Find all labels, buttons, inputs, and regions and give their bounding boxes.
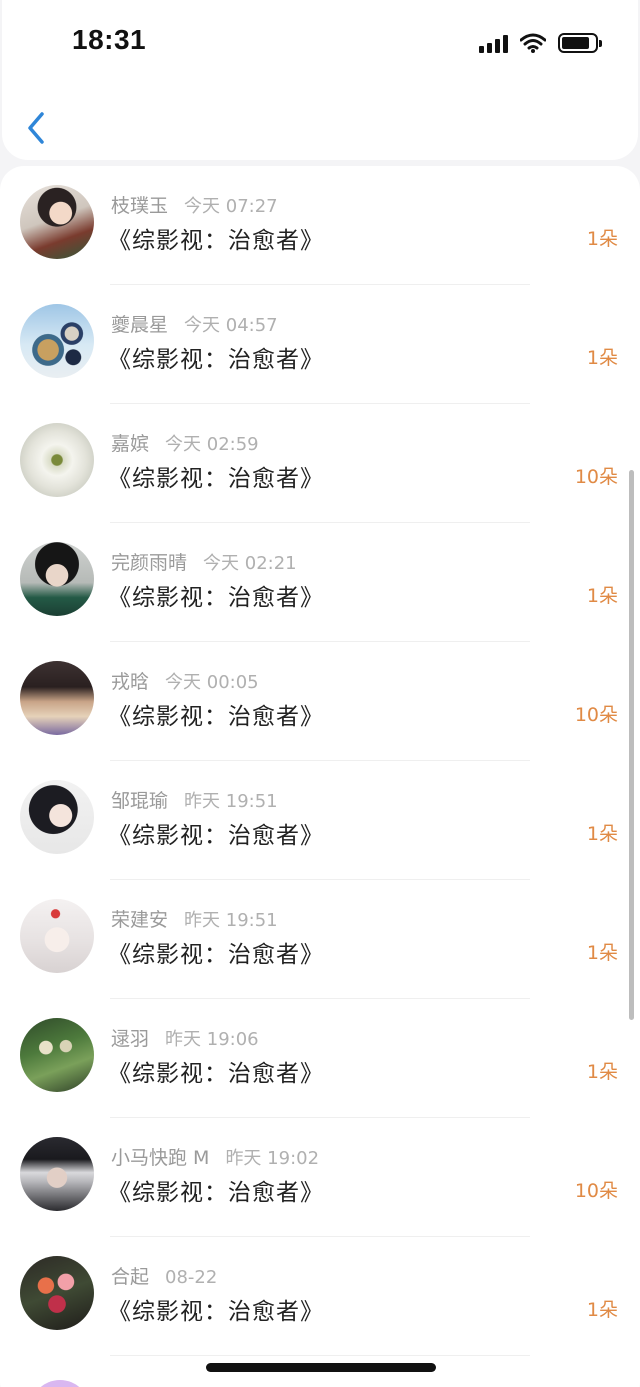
list-item[interactable]: 荣建安 昨天 19:51 《综影视：治愈者》 1朵 bbox=[0, 880, 640, 999]
battery-fill bbox=[562, 37, 590, 49]
flower-count: 1朵 bbox=[586, 1061, 618, 1083]
list-item[interactable]: 夔晨星 今天 04:57 《综影视：治愈者》 1朵 bbox=[0, 285, 640, 404]
book-title[interactable]: 《综影视：治愈者》 bbox=[108, 1292, 324, 1326]
book-title[interactable]: 《综影视：治愈者》 bbox=[108, 340, 324, 374]
user-name[interactable]: 戎晗 bbox=[111, 671, 149, 693]
user-name[interactable]: 枝璞玉 bbox=[111, 195, 168, 217]
user-name[interactable]: 逯羽 bbox=[111, 1028, 149, 1050]
flower-count: 1朵 bbox=[586, 823, 618, 845]
home-indicator[interactable] bbox=[206, 1363, 436, 1372]
flower-count: 10朵 bbox=[574, 1180, 618, 1202]
list-item[interactable]: 戎晗 今天 00:05 《综影视：治愈者》 10朵 bbox=[0, 642, 640, 761]
timestamp: 昨天 19:51 bbox=[184, 791, 278, 812]
scrollbar[interactable] bbox=[629, 470, 634, 1020]
gift-list: 枝璞玉 今天 07:27 《综影视：治愈者》 1朵 夔晨星 今天 04:57 《综影… bbox=[0, 166, 640, 1387]
timestamp: 昨天 19:02 bbox=[225, 1148, 320, 1169]
hat-icon[interactable] bbox=[20, 661, 94, 735]
timestamp: 今天 00:05 bbox=[165, 672, 259, 693]
flower-count: 1朵 bbox=[586, 228, 618, 250]
list-item[interactable]: 小马快跑 M 昨天 19:02 《综影视：治愈者》 10朵 bbox=[0, 1118, 640, 1237]
list-item[interactable]: 合起 08-22 《综影视：治愈者》 1朵 bbox=[0, 1237, 640, 1356]
user-name[interactable]: 合起 bbox=[111, 1266, 149, 1288]
book-title[interactable]: 《综影视：治愈者》 bbox=[108, 221, 324, 255]
book-title[interactable]: 《综影视：治愈者》 bbox=[108, 697, 324, 731]
plants-icon[interactable] bbox=[20, 1018, 94, 1092]
flower-count: 10朵 bbox=[574, 704, 618, 726]
timestamp: 昨天 19:06 bbox=[165, 1029, 259, 1050]
portrait-scarf-icon[interactable] bbox=[20, 542, 94, 616]
list-item[interactable]: 逯羽 昨天 19:06 《综影视：治愈者》 1朵 bbox=[0, 999, 640, 1118]
wifi-icon bbox=[520, 33, 546, 53]
flower-count: 1朵 bbox=[586, 347, 618, 369]
list-item[interactable]: 完颜雨晴 今天 02:21 《综影视：治愈者》 1朵 bbox=[0, 523, 640, 642]
book-title[interactable]: 《综影视：治愈者》 bbox=[108, 578, 324, 612]
user-name[interactable]: 小马快跑 M bbox=[111, 1147, 209, 1169]
anime-girl-icon[interactable] bbox=[20, 780, 94, 854]
white-flower-icon[interactable] bbox=[20, 423, 94, 497]
status-icons bbox=[479, 30, 602, 56]
timestamp: 今天 02:59 bbox=[165, 434, 259, 455]
chevron-left-icon[interactable] bbox=[22, 106, 52, 150]
cellular-signal-icon bbox=[479, 33, 508, 53]
flower-count: 1朵 bbox=[586, 942, 618, 964]
book-title[interactable]: 《综影视：治愈者》 bbox=[108, 1173, 324, 1207]
book-title[interactable]: 《综影视：治愈者》 bbox=[108, 459, 324, 493]
header: 18:31 bbox=[2, 0, 638, 160]
food-bowls-icon[interactable] bbox=[20, 304, 94, 378]
flower-count: 1朵 bbox=[586, 585, 618, 607]
timestamp: 08-22 bbox=[165, 1267, 218, 1288]
anime-white-hair-icon[interactable] bbox=[20, 899, 94, 973]
user-name[interactable]: 荣建安 bbox=[111, 909, 168, 931]
flower-bouquet-icon[interactable] bbox=[20, 1256, 94, 1330]
timestamp: 今天 07:27 bbox=[184, 196, 278, 217]
user-name[interactable]: 完颜雨晴 bbox=[111, 552, 187, 574]
list-item[interactable]: 嘉嫔 今天 02:59 《综影视：治愈者》 10朵 bbox=[0, 404, 640, 523]
timestamp: 昨天 19:51 bbox=[184, 910, 278, 931]
book-title[interactable]: 《综影视：治愈者》 bbox=[108, 1054, 324, 1088]
user-name[interactable]: 夔晨星 bbox=[111, 314, 168, 336]
user-name[interactable]: 嘉嫔 bbox=[111, 433, 149, 455]
flower-count: 10朵 bbox=[574, 466, 618, 488]
battery-icon bbox=[558, 33, 602, 53]
portrait-mask-icon[interactable] bbox=[20, 1137, 94, 1211]
timestamp: 今天 04:57 bbox=[184, 315, 278, 336]
list-item[interactable]: 枝璞玉 今天 07:27 《综影视：治愈者》 1朵 bbox=[0, 166, 640, 285]
status-time: 18:31 bbox=[72, 24, 147, 55]
divider bbox=[110, 1355, 530, 1356]
user-name[interactable]: 邹琨瑜 bbox=[111, 790, 168, 812]
screen: 18:31 枝璞玉 今天 07:27 《综影视：治愈者》 1朵 夔晨星 今天 0… bbox=[0, 0, 640, 1387]
portrait-woman-icon[interactable] bbox=[20, 185, 94, 259]
list-item[interactable]: 邹琨瑜 昨天 19:51 《综影视：治愈者》 1朵 bbox=[0, 761, 640, 880]
flower-count: 1朵 bbox=[586, 1299, 618, 1321]
timestamp: 今天 02:21 bbox=[203, 553, 297, 574]
book-title[interactable]: 《综影视：治愈者》 bbox=[108, 816, 324, 850]
book-title[interactable]: 《综影视：治愈者》 bbox=[108, 935, 324, 969]
